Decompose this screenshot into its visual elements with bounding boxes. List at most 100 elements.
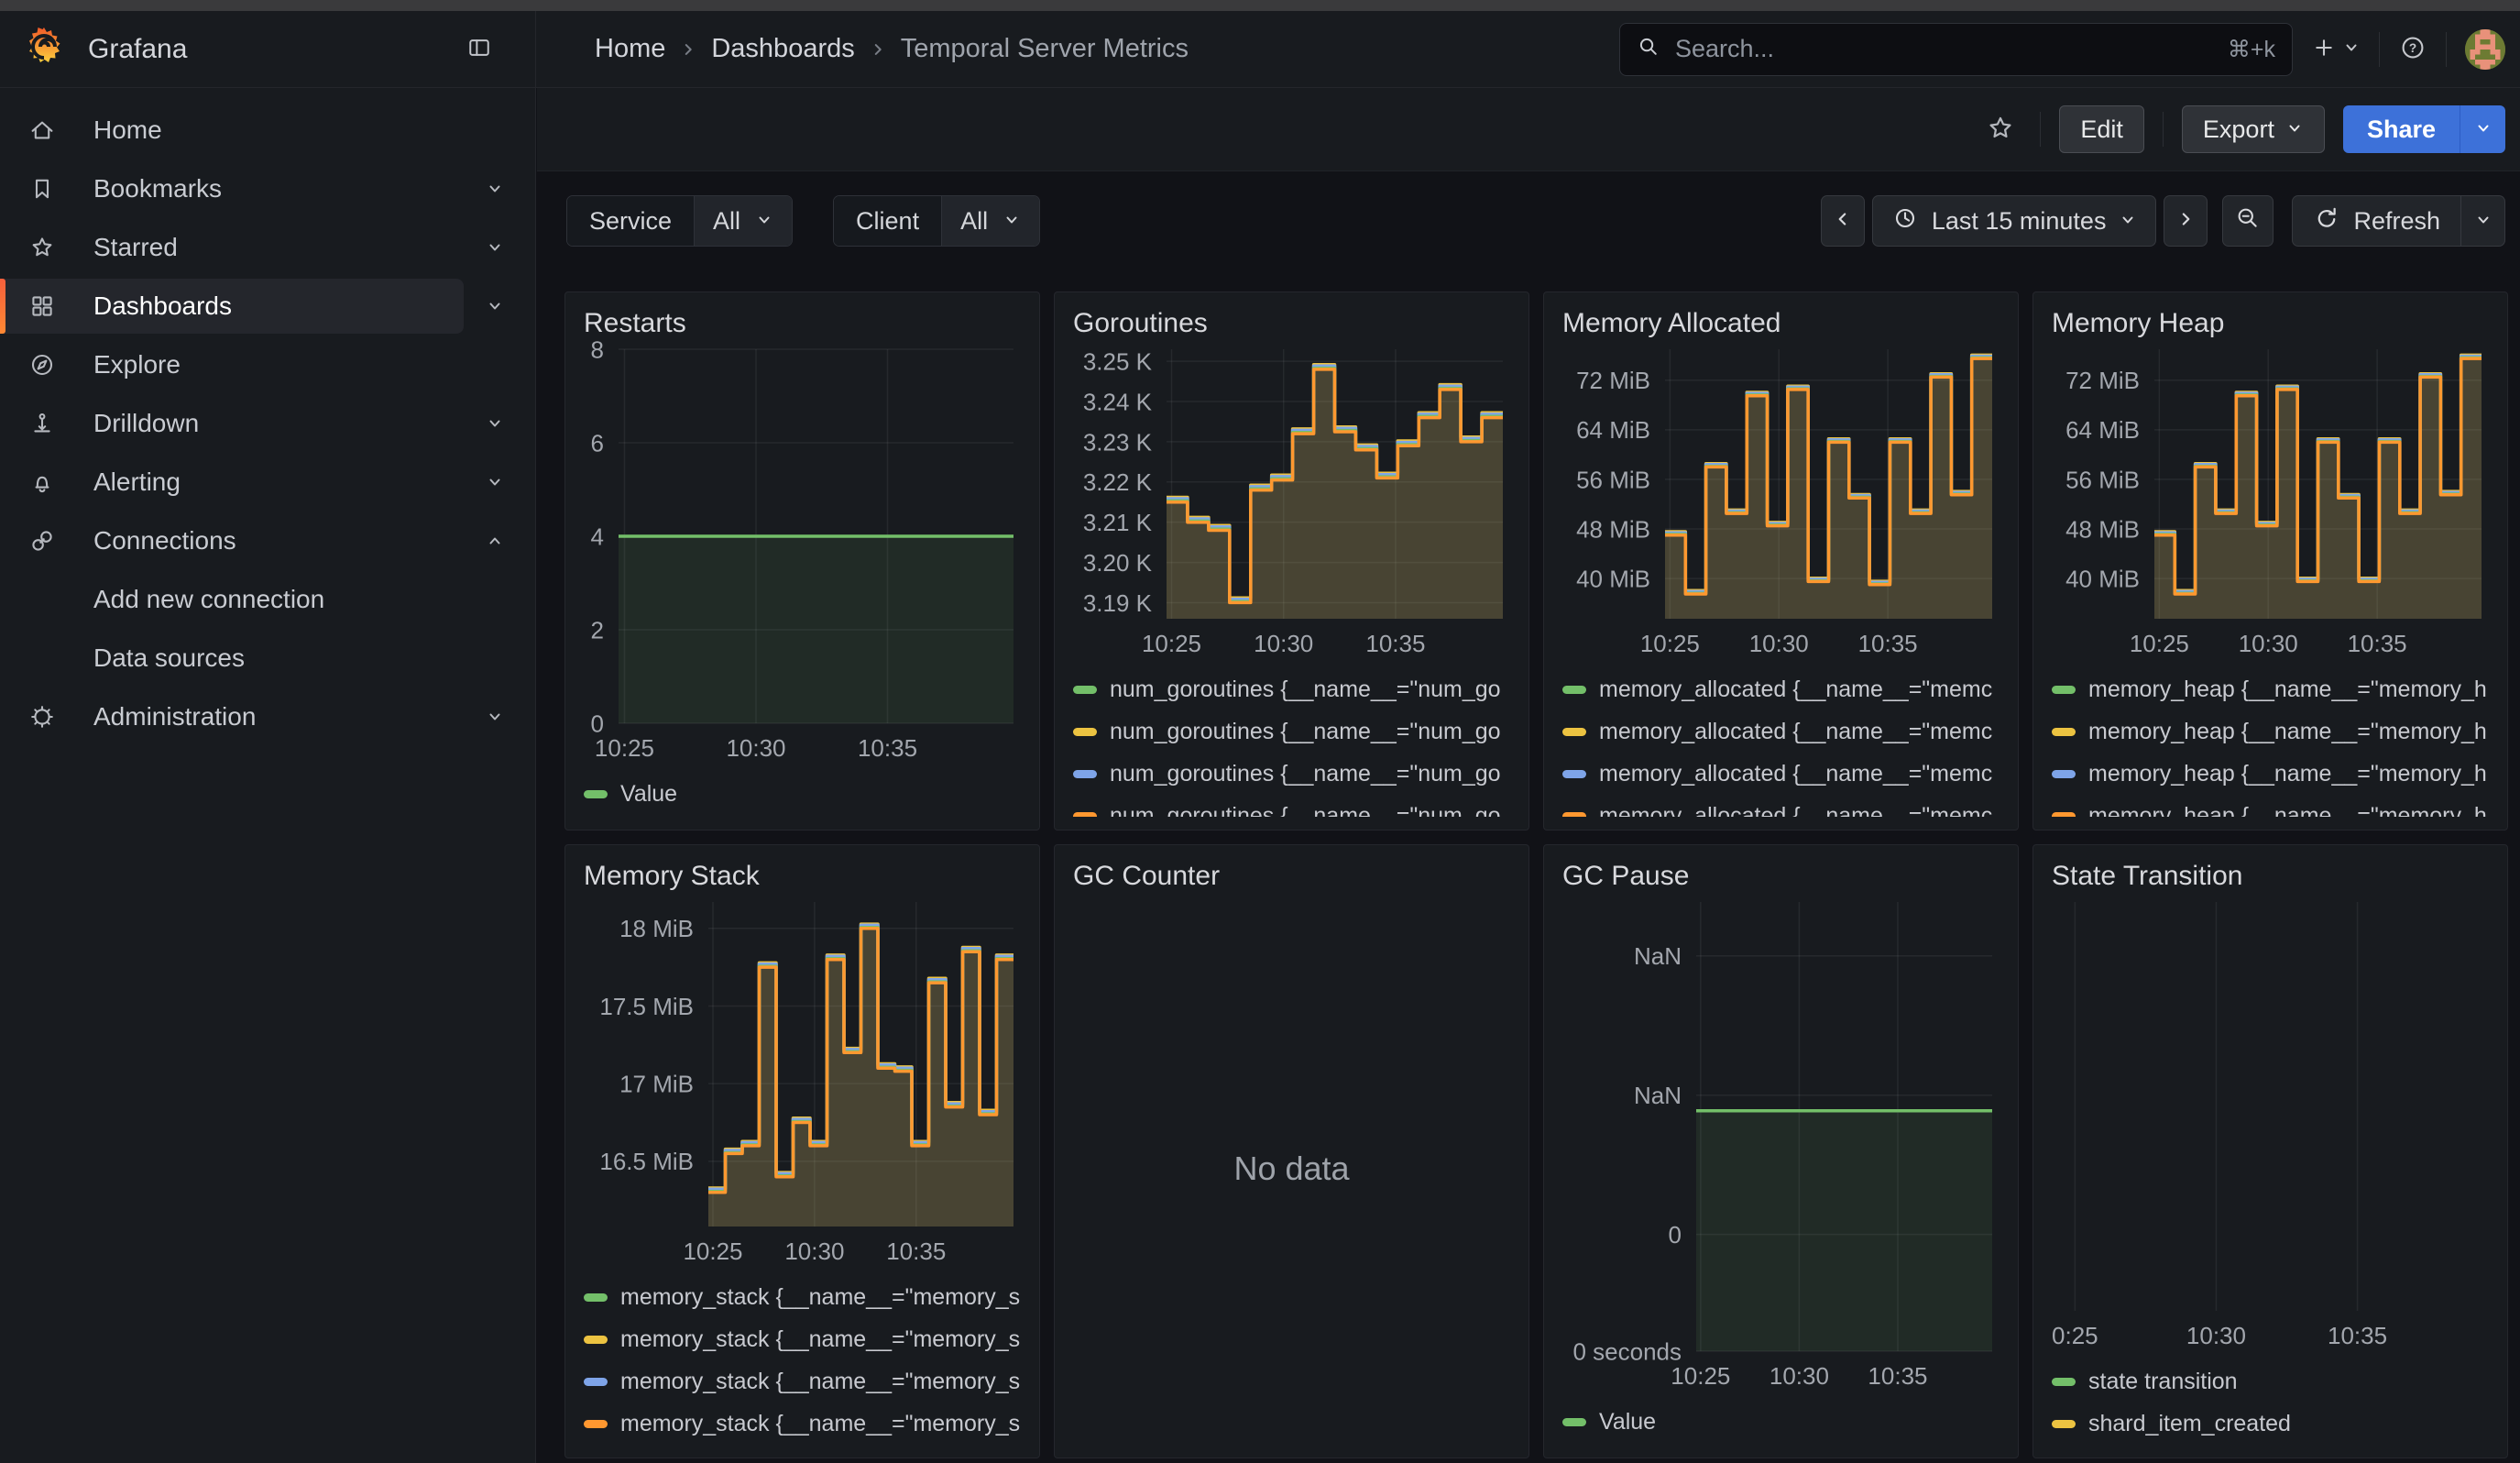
share-button[interactable]: Share <box>2343 105 2460 153</box>
legend-item[interactable]: num_goroutines {__name__="num_go <box>1073 676 1510 703</box>
sidebar-item-bookmarks[interactable]: Bookmarks <box>0 160 535 218</box>
svg-text:10:35: 10:35 <box>2328 1322 2387 1349</box>
breadcrumb-item-home[interactable]: Home <box>595 34 665 64</box>
chart-area[interactable]: 3.19 K3.20 K3.21 K3.22 K3.23 K3.24 K3.25… <box>1073 340 1510 661</box>
favorite-star-button[interactable] <box>1979 112 2021 148</box>
user-avatar[interactable] <box>2465 29 2505 70</box>
legend-item[interactable]: Value <box>1562 1408 2000 1436</box>
time-shift-forward-button[interactable] <box>2164 195 2208 247</box>
legend-item[interactable]: memory_stack {__name__="memory_s <box>584 1283 1021 1311</box>
svg-text:48 MiB: 48 MiB <box>2065 515 2140 543</box>
legend-item[interactable]: shard_item_created <box>2052 1410 2489 1437</box>
refresh-icon <box>2313 204 2340 238</box>
sidebar-item-administration[interactable]: Administration <box>0 688 535 746</box>
legend-swatch <box>2052 812 2076 818</box>
panel-title[interactable]: Memory Stack <box>584 860 1021 893</box>
sidebar-item-label: Data sources <box>93 644 245 673</box>
panel-legend: state transition shard_item_created <box>2052 1353 2489 1445</box>
panel-title[interactable]: GC Counter <box>1073 860 1510 893</box>
sidebar-item-home[interactable]: Home <box>0 101 535 160</box>
time-shift-back-button[interactable] <box>1821 195 1865 247</box>
chart-goroutines: 3.19 K3.20 K3.21 K3.22 K3.23 K3.24 K3.25… <box>1073 340 1510 661</box>
zoom-out-button[interactable] <box>2222 195 2273 247</box>
gear-icon <box>27 702 59 732</box>
time-range-picker[interactable]: Last 15 minutes <box>1872 195 2157 247</box>
divider <box>2040 112 2041 147</box>
svg-text:10:30: 10:30 <box>1769 1362 1829 1390</box>
sidebar-item-explore[interactable]: Explore <box>0 336 535 394</box>
sidebar-item-dashboards[interactable]: Dashboards <box>0 277 535 336</box>
legend-item[interactable]: memory_heap {__name__="memory_h <box>2052 802 2489 817</box>
help-button[interactable]: ? <box>2398 33 2427 65</box>
legend-item[interactable]: memory_allocated {__name__="memc <box>1562 802 2000 817</box>
sidebar-item-add-new-connection[interactable]: Add new connection <box>0 570 535 629</box>
panel-title[interactable]: Memory Heap <box>2052 307 2489 340</box>
legend-item[interactable]: memory_stack {__name__="memory_s <box>584 1368 1021 1395</box>
chevron-down-icon <box>1003 207 1021 236</box>
panel-title[interactable]: GC Pause <box>1562 860 2000 893</box>
filter-value-dropdown[interactable]: All <box>695 196 792 246</box>
svg-text:3.22 K: 3.22 K <box>1083 468 1153 496</box>
chevron-down-icon <box>486 297 504 315</box>
legend-item[interactable]: memory_allocated {__name__="memc <box>1562 760 2000 787</box>
chart-area[interactable]: 40 MiB48 MiB56 MiB64 MiB72 MiB10:2510:30… <box>2052 340 2489 661</box>
legend-label: Value <box>620 781 677 808</box>
search-input[interactable] <box>1673 34 2215 64</box>
legend-item[interactable]: memory_allocated {__name__="memc <box>1562 718 2000 745</box>
legend-item[interactable]: memory_heap {__name__="memory_h <box>2052 718 2489 745</box>
panel-legend: Value <box>584 765 1021 817</box>
refresh-button[interactable]: Refresh <box>2292 195 2461 247</box>
legend-item[interactable]: memory_stack {__name__="memory_s <box>584 1410 1021 1437</box>
chart-area[interactable]: 40 MiB48 MiB56 MiB64 MiB72 MiB10:2510:30… <box>1562 340 2000 661</box>
sidebar-item-connections[interactable]: Connections <box>0 512 535 570</box>
breadcrumb-separator-icon <box>870 41 886 58</box>
sidebar-item-label: Alerting <box>93 468 181 497</box>
search-box[interactable]: ⌘+k <box>1619 23 2293 76</box>
share-split-button: Share <box>2343 105 2505 153</box>
chart-area[interactable]: 0 seconds0NaNNaN10:2510:3010:35 <box>1562 893 2000 1393</box>
share-dropdown-button[interactable] <box>2460 105 2505 153</box>
sidebar-item-starred[interactable]: Starred <box>0 218 535 277</box>
svg-text:10:30: 10:30 <box>726 734 785 762</box>
sidebar-item-data-sources[interactable]: Data sources <box>0 629 535 688</box>
filter-label: Service <box>567 196 695 246</box>
panel-left-icon <box>466 34 493 64</box>
chart-area[interactable]: 0:2510:3010:35 <box>2052 893 2489 1353</box>
legend-item[interactable]: state transition <box>2052 1368 2489 1395</box>
legend-item[interactable]: num_goroutines {__name__="num_go <box>1073 760 1510 787</box>
filter-value-label: All <box>713 207 740 236</box>
edit-button[interactable]: Edit <box>2059 105 2144 153</box>
export-button[interactable]: Export <box>2182 105 2325 153</box>
legend-swatch <box>1073 770 1097 778</box>
legend-item[interactable]: num_goroutines {__name__="num_go <box>1073 718 1510 745</box>
home-icon <box>27 116 59 145</box>
legend-item[interactable]: memory_allocated {__name__="memc <box>1562 676 2000 703</box>
sidebar-item-drilldown[interactable]: Drilldown <box>0 394 535 453</box>
panel-title[interactable]: State Transition <box>2052 860 2489 893</box>
chart-area[interactable]: 0246810:2510:3010:35 <box>584 340 1021 765</box>
chart-area[interactable]: 16.5 MiB17 MiB17.5 MiB18 MiB10:2510:3010… <box>584 893 1021 1269</box>
legend-swatch <box>1562 812 1586 818</box>
filter-value-dropdown[interactable]: All <box>942 196 1039 246</box>
legend-item[interactable]: memory_heap {__name__="memory_h <box>2052 676 2489 703</box>
add-new-button[interactable] <box>2311 35 2361 63</box>
svg-text:10:25: 10:25 <box>2130 630 2189 657</box>
refresh-interval-dropdown[interactable] <box>2461 195 2505 247</box>
grafana-logo[interactable] <box>22 25 66 73</box>
legend-item[interactable]: num_goroutines {__name__="num_go <box>1073 802 1510 817</box>
panel-title[interactable]: Goroutines <box>1073 307 1510 340</box>
breadcrumb-separator-icon <box>680 41 696 58</box>
chevron-down-icon <box>486 473 504 491</box>
sidebar-item-alerting[interactable]: Alerting <box>0 453 535 512</box>
legend-item[interactable]: Value <box>584 780 1021 808</box>
svg-text:10:25: 10:25 <box>1640 630 1700 657</box>
legend-item[interactable]: memory_heap {__name__="memory_h <box>2052 760 2489 787</box>
grid-icon <box>27 292 59 321</box>
panel-title[interactable]: Restarts <box>584 307 1021 340</box>
chevron-down-icon <box>755 207 773 236</box>
legend-item[interactable]: memory_stack {__name__="memory_s <box>584 1326 1021 1353</box>
panel-title[interactable]: Memory Allocated <box>1562 307 2000 340</box>
breadcrumb-item-dashboards[interactable]: Dashboards <box>711 34 854 64</box>
chevron-down-icon <box>2342 38 2361 60</box>
sidebar-toggle-button[interactable] <box>460 33 499 65</box>
